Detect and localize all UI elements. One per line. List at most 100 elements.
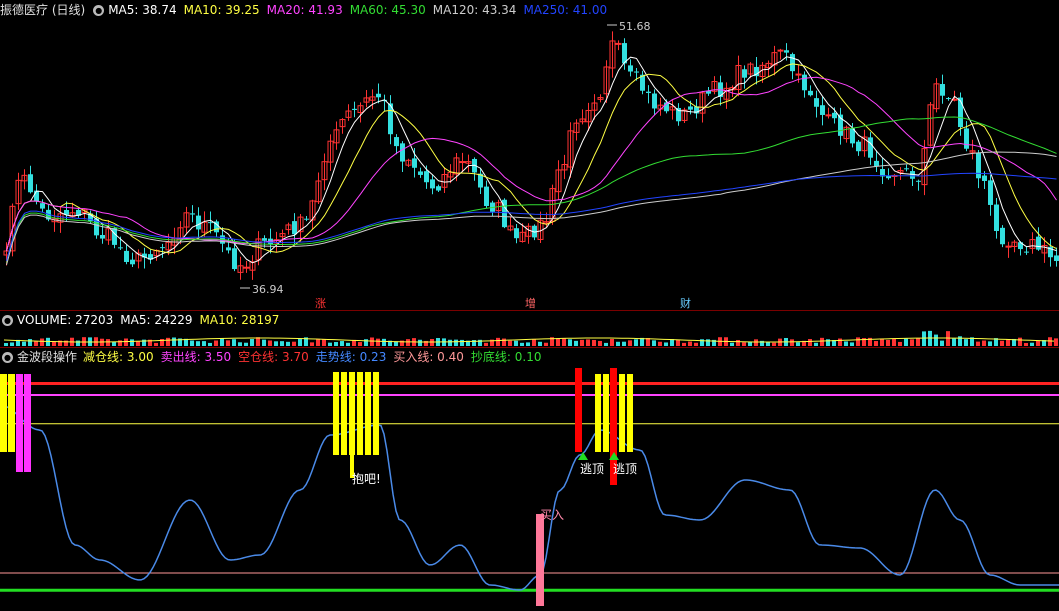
price-indicator-list: MA5: 38.74 MA10: 39.25 MA20: 41.93 MA60: 45… <box>108 2 614 18</box>
volume-bar <box>460 339 464 346</box>
volume-bar <box>190 340 194 346</box>
candle-body-up <box>243 266 250 269</box>
wave-indicator-0: 减仓线: 3.00 <box>83 350 154 364</box>
wave-title: 金波段操作 <box>17 350 78 364</box>
volume-bar <box>1030 342 1034 346</box>
candle-body-up <box>459 161 466 164</box>
volume-bar <box>322 339 326 346</box>
reduce-signal-bar <box>8 374 15 452</box>
volume-bar <box>526 342 530 346</box>
volume-bar <box>328 342 332 346</box>
candle-body-down <box>832 112 837 119</box>
wave-indicator-3: 走势线: 0.23 <box>315 350 387 364</box>
event-tag-zeng[interactable]: 增 <box>525 295 536 311</box>
candle-body-down <box>28 174 33 193</box>
volume-bar <box>1024 342 1028 346</box>
volume-bar <box>124 338 128 346</box>
volume-bar <box>250 339 254 346</box>
event-tag-zhang[interactable]: 涨 <box>315 295 326 311</box>
empty-position-bar <box>575 368 582 452</box>
volume-bar <box>292 341 296 346</box>
volume-bar <box>1048 337 1052 346</box>
price-indicator-1: MA10: 39.25 <box>183 3 260 17</box>
volume-bar <box>40 338 44 346</box>
candle-body-down <box>742 69 747 78</box>
candle-body-down <box>232 248 237 270</box>
volume-bar <box>154 342 158 346</box>
volume-bar <box>454 339 458 346</box>
candle-body-down <box>418 171 423 175</box>
reduce-signal-bar <box>0 374 7 452</box>
volume-bar <box>916 338 920 346</box>
volume-bar <box>910 339 914 346</box>
volume-bar <box>28 339 32 346</box>
volume-bar <box>688 341 692 346</box>
volume-bar <box>772 342 776 346</box>
volume-bar <box>130 339 134 346</box>
price-indicator-4: MA120: 43.34 <box>432 3 517 17</box>
candle-body-down <box>160 247 165 249</box>
indicator-toggle-icon[interactable]: ● <box>2 314 13 326</box>
candle-body-down <box>196 215 201 230</box>
candle-body-down <box>514 228 519 239</box>
volume-bar <box>538 341 542 346</box>
candle-body-down <box>412 158 417 168</box>
candle-body-up <box>795 73 802 76</box>
volume-indicator-1: MA5: 24229 <box>120 313 193 327</box>
volume-panel-header: ● VOLUME: 27203 MA5: 24229 MA10: 28197 <box>0 312 286 328</box>
volume-bar <box>886 339 890 346</box>
hold-annotation: 抱吧! <box>352 472 381 486</box>
volume-bar <box>418 339 422 346</box>
volume-bar <box>370 337 374 346</box>
event-tag-cai[interactable]: 财 <box>680 295 691 311</box>
candle-body-down <box>376 93 381 98</box>
candle-body-up <box>777 49 784 52</box>
volume-bar <box>220 338 224 346</box>
volume-bar <box>208 342 212 346</box>
candle-body-down <box>100 235 105 239</box>
volume-bar <box>652 340 656 346</box>
volume-bar <box>262 339 266 346</box>
candle-body-down <box>868 137 873 158</box>
candle-body-down <box>634 71 639 73</box>
volume-bar <box>238 342 242 346</box>
escape-top-annotation-1: 逃顶 <box>580 462 605 476</box>
volume-bar <box>448 339 452 346</box>
escape-top-annotation-2: 逃顶 <box>613 462 638 476</box>
candle-body-down <box>688 106 693 110</box>
price-indicator-5: MA250: 41.00 <box>523 3 608 17</box>
volume-bar <box>634 339 638 346</box>
candle-body-up <box>615 42 622 45</box>
candle-body-down <box>964 128 969 149</box>
candle-body-down <box>424 171 429 183</box>
volume-bar <box>298 339 302 346</box>
volume-bar <box>1006 339 1010 346</box>
volume-bar <box>808 339 812 346</box>
volume-bar <box>346 342 350 346</box>
volume-bar <box>310 342 314 346</box>
volume-bar <box>856 337 860 346</box>
reduce-signal-bar <box>365 372 371 455</box>
candle-body-down <box>190 213 195 215</box>
candle-body-down <box>124 250 129 262</box>
indicator-toggle-icon[interactable]: ● <box>2 351 13 363</box>
volume-bar <box>286 341 290 346</box>
volume-bar <box>358 342 362 346</box>
volume-bar <box>940 340 944 346</box>
candle-body-down <box>814 98 819 107</box>
volume-bar <box>598 340 602 346</box>
indicator-toggle-icon[interactable]: ● <box>93 4 105 16</box>
trend-line <box>0 404 1059 591</box>
volume-bar <box>34 341 38 346</box>
volume-bar <box>502 338 506 346</box>
price-panel-header: 振德医疗 (日线) ● MA5: 38.74 MA10: 39.25 MA20: 4… <box>0 2 614 18</box>
candle-body-down <box>400 143 405 162</box>
volume-bar <box>664 342 668 346</box>
volume-bar <box>964 339 968 346</box>
candle-body-down <box>994 204 999 232</box>
reduce-signal-bar <box>333 372 339 455</box>
volume-indicator-2: MA10: 28197 <box>199 313 280 327</box>
candle-body-down <box>982 175 987 181</box>
candle-body-down <box>856 141 861 152</box>
volume-bar <box>520 342 524 346</box>
